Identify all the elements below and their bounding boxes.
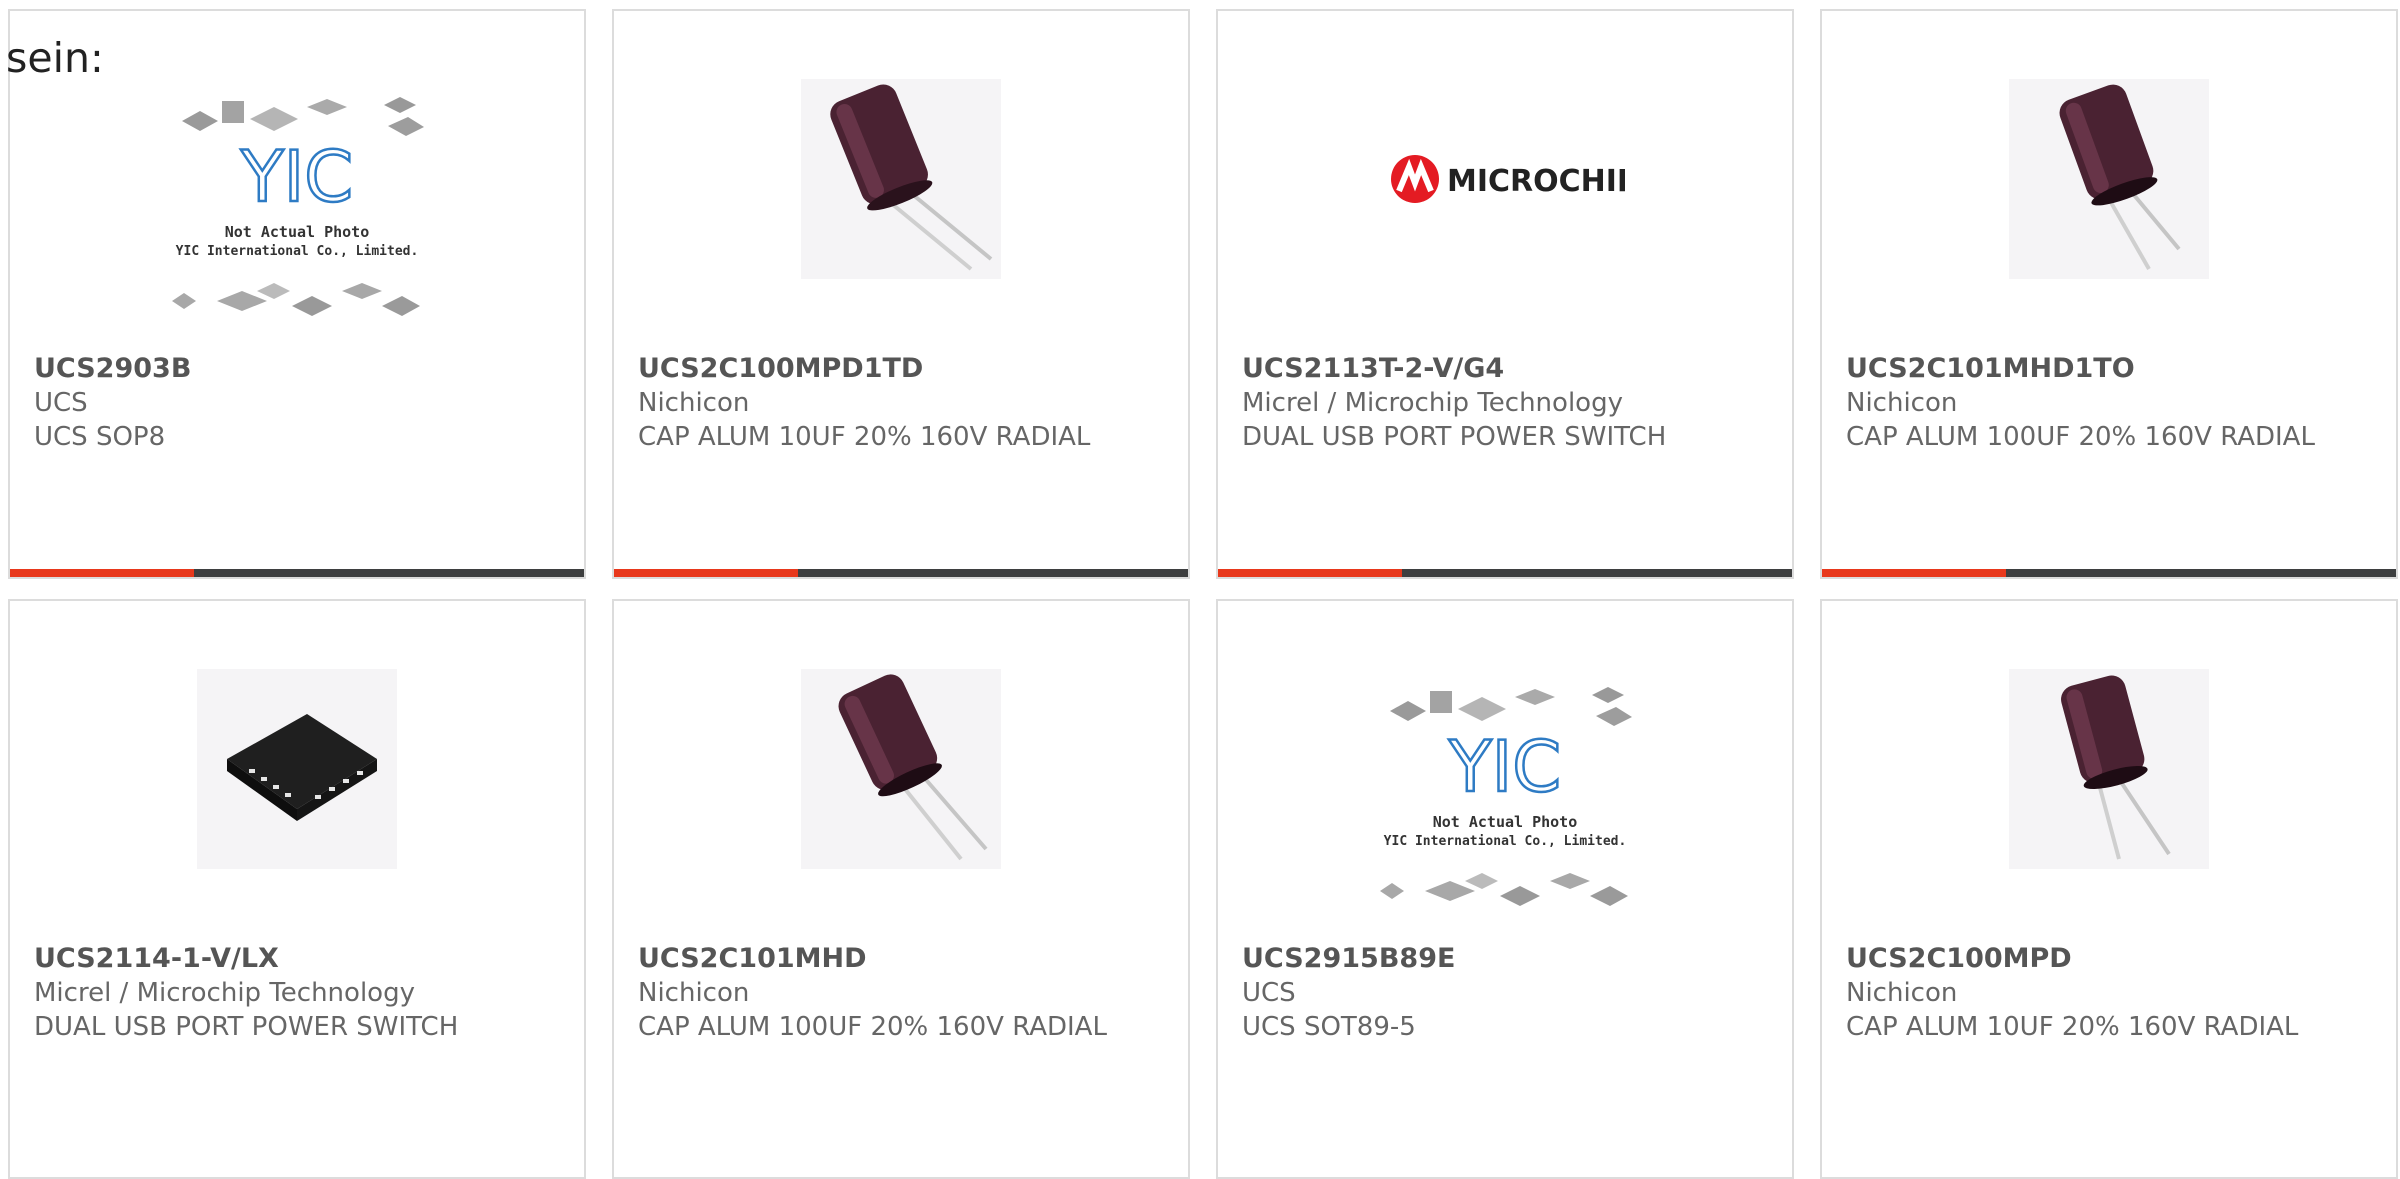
description: CAP ALUM 10UF 20% 160V RADIAL bbox=[1846, 1012, 2299, 1042]
part-number[interactable]: UCS2113T-2-V/G4 bbox=[1242, 352, 1772, 386]
product-info: UCS2915B89E UCS UCS SOT89-5 bbox=[1242, 942, 1772, 1044]
card-accent-bar bbox=[1218, 569, 1792, 577]
part-number[interactable]: UCS2C101MHD1TO bbox=[1846, 352, 2376, 386]
product-card[interactable]: YIC Not Actual Photo YIC International C… bbox=[8, 9, 586, 579]
description: DUAL USB PORT POWER SWITCH bbox=[1242, 422, 1667, 452]
manufacturer: UCS bbox=[1242, 978, 1296, 1008]
product-info: UCS2C101MHD Nichicon CAP ALUM 100UF 20% … bbox=[638, 942, 1168, 1044]
product-image: YIC Not Actual Photo YIC International C… bbox=[1370, 681, 1640, 941]
part-number[interactable]: UCS2114-1-V/LX bbox=[34, 942, 564, 976]
description: DUAL USB PORT POWER SWITCH bbox=[34, 1012, 459, 1042]
manufacturer: UCS bbox=[34, 388, 88, 418]
product-image bbox=[2009, 79, 2209, 279]
intro-text: sein: bbox=[6, 34, 104, 82]
product-image bbox=[197, 669, 397, 869]
part-number[interactable]: UCS2C100MPD bbox=[1846, 942, 2376, 976]
description: CAP ALUM 100UF 20% 160V RADIAL bbox=[638, 1012, 1107, 1042]
product-image bbox=[2009, 669, 2209, 869]
product-info: UCS2903B UCS UCS SOP8 bbox=[34, 352, 564, 454]
product-info: UCS2C101MHD1TO Nichicon CAP ALUM 100UF 2… bbox=[1846, 352, 2376, 454]
svg-text:YIC International Co., Limited: YIC International Co., Limited. bbox=[176, 244, 419, 259]
product-info: UCS2C100MPD1TD Nichicon CAP ALUM 10UF 20… bbox=[638, 352, 1168, 454]
description: UCS SOP8 bbox=[34, 422, 166, 452]
product-info: UCS2114-1-V/LX Micrel / Microchip Techno… bbox=[34, 942, 564, 1044]
product-image bbox=[801, 79, 1001, 279]
product-card[interactable]: YIC Not Actual Photo YIC International C… bbox=[1216, 599, 1794, 1179]
part-number[interactable]: UCS2903B bbox=[34, 352, 564, 386]
capacitor-icon bbox=[2059, 84, 2181, 270]
part-number[interactable]: UCS2C101MHD bbox=[638, 942, 1168, 976]
manufacturer: Nichicon bbox=[1846, 978, 1958, 1008]
description: UCS SOT89-5 bbox=[1242, 1012, 1416, 1042]
capacitor-icon bbox=[830, 84, 993, 271]
product-image bbox=[801, 669, 1001, 869]
product-card[interactable]: UCS2C100MPD Nichicon CAP ALUM 10UF 20% 1… bbox=[1820, 599, 2398, 1179]
part-number[interactable]: UCS2C100MPD1TD bbox=[638, 352, 1168, 386]
part-number[interactable]: UCS2915B89E bbox=[1242, 942, 1772, 976]
product-card[interactable]: UCS2C100MPD1TD Nichicon CAP ALUM 10UF 20… bbox=[612, 9, 1190, 579]
product-card[interactable]: MICROCHIP UCS2113T-2-V/G4 Micrel / Micro… bbox=[1216, 9, 1794, 579]
svg-text:YIC International Co., Limited: YIC International Co., Limited. bbox=[1384, 834, 1627, 849]
product-image: MICROCHIP bbox=[1385, 79, 1625, 279]
capacitor-icon bbox=[2061, 675, 2171, 860]
product-image: YIC Not Actual Photo YIC International C… bbox=[162, 91, 432, 351]
card-accent-bar bbox=[10, 569, 584, 577]
product-card[interactable]: UCS2C101MHD Nichicon CAP ALUM 100UF 20% … bbox=[612, 599, 1190, 1179]
product-info: UCS2113T-2-V/G4 Micrel / Microchip Techn… bbox=[1242, 352, 1772, 454]
manufacturer: Nichicon bbox=[1846, 388, 1958, 418]
product-info: UCS2C100MPD Nichicon CAP ALUM 10UF 20% 1… bbox=[1846, 942, 2376, 1044]
manufacturer: Nichicon bbox=[638, 978, 750, 1008]
yic-logo-icon: YIC bbox=[240, 136, 353, 218]
card-accent-bar bbox=[614, 569, 1188, 577]
description: CAP ALUM 10UF 20% 160V RADIAL bbox=[638, 422, 1091, 452]
manufacturer: Nichicon bbox=[638, 388, 750, 418]
capacitor-icon bbox=[838, 674, 988, 861]
svg-text:Not Actual Photo: Not Actual Photo bbox=[1433, 813, 1578, 831]
qfn-chip-icon bbox=[227, 714, 377, 821]
product-card[interactable]: UCS2C101MHD1TO Nichicon CAP ALUM 100UF 2… bbox=[1820, 9, 2398, 579]
yic-logo-icon: YIC bbox=[1448, 726, 1561, 808]
svg-text:MICROCHIP: MICROCHIP bbox=[1447, 164, 1625, 199]
manufacturer: Micrel / Microchip Technology bbox=[34, 978, 415, 1008]
manufacturer: Micrel / Microchip Technology bbox=[1242, 388, 1623, 418]
svg-text:Not Actual Photo: Not Actual Photo bbox=[225, 223, 370, 241]
product-card[interactable]: UCS2114-1-V/LX Micrel / Microchip Techno… bbox=[8, 599, 586, 1179]
card-accent-bar bbox=[1822, 569, 2396, 577]
description: CAP ALUM 100UF 20% 160V RADIAL bbox=[1846, 422, 2315, 452]
